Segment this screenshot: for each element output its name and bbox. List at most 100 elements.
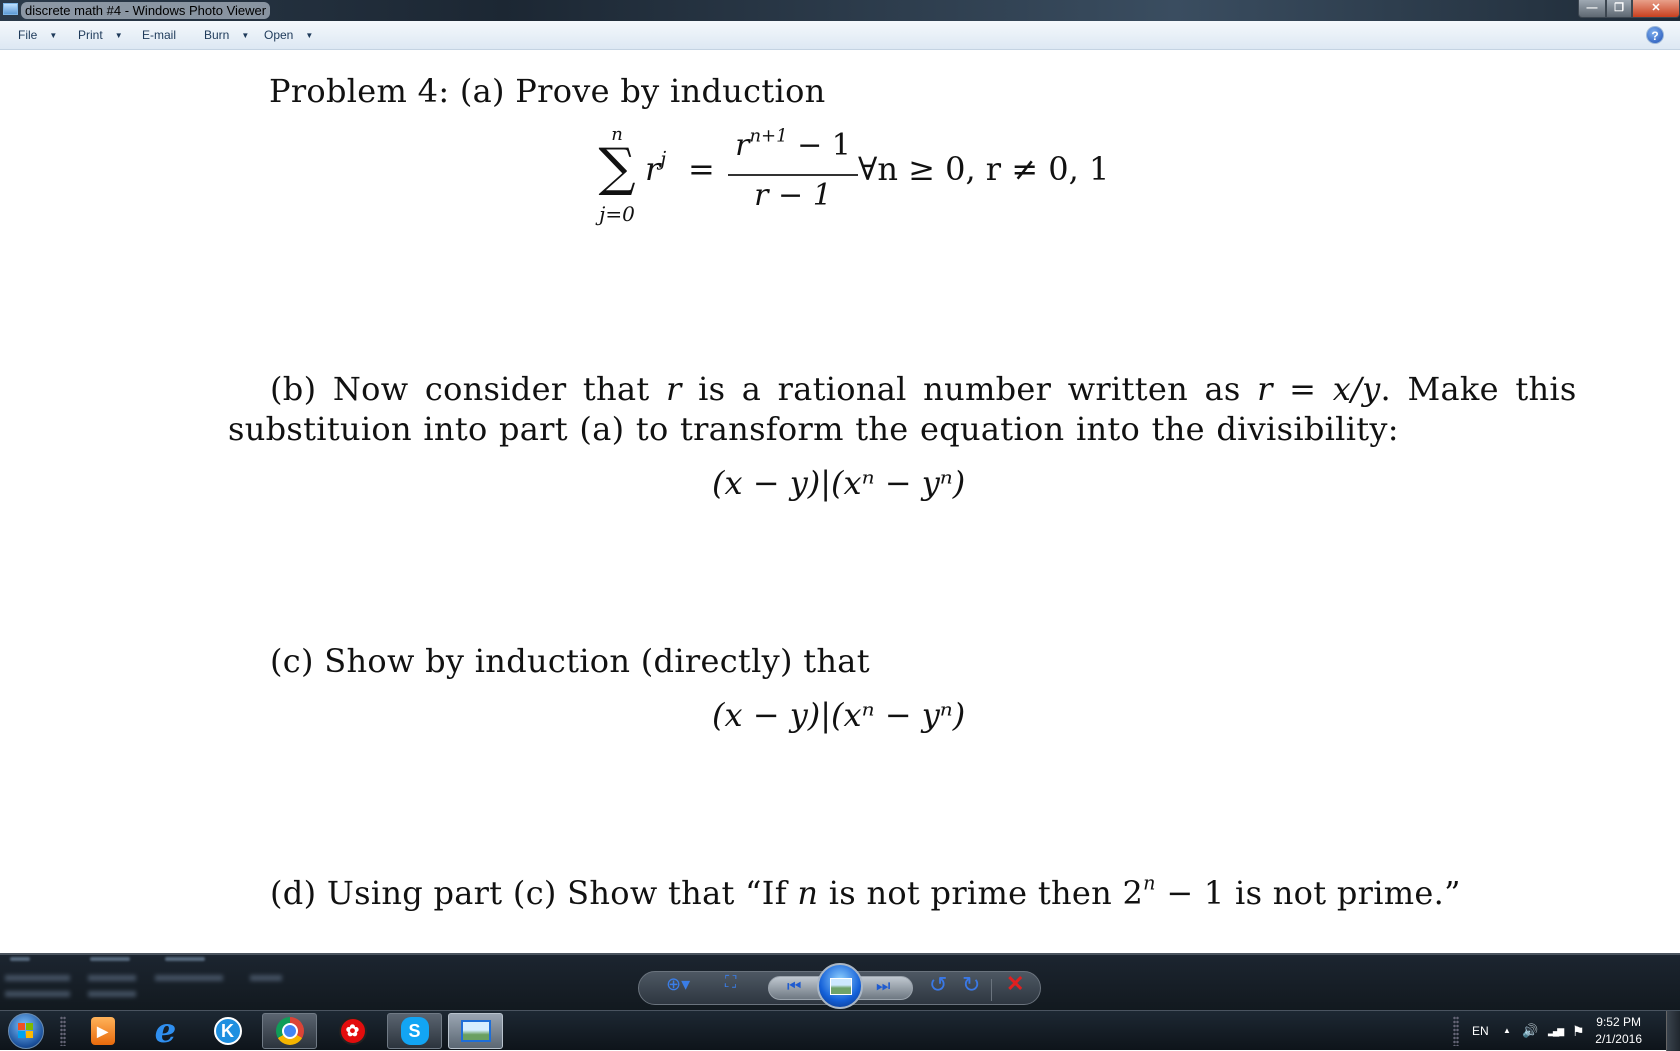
taskbar-red-app[interactable]: ✿ — [325, 1013, 380, 1049]
divisibility-formula-b: (x − y)|(xⁿ − yⁿ) — [712, 464, 966, 502]
action-center-flag-icon[interactable]: ⚑ — [1572, 1011, 1585, 1051]
title-bar: discrete math #4 - Windows Photo Viewer … — [0, 0, 1680, 21]
part-d-text-post: − 1 is not prime.” — [1155, 874, 1461, 912]
part-d-text-pre: (d) Using part (c) Show that “If — [270, 874, 798, 912]
part-b-line2: substituion into part (a) to transform t… — [228, 410, 1399, 448]
taskbar-media-player[interactable]: ▶ — [75, 1013, 130, 1049]
actual-size-icon[interactable]: ⛶ — [725, 974, 736, 992]
part-b-text: is a rational number written as — [681, 370, 1258, 408]
volume-icon[interactable]: 🔊 — [1522, 1011, 1538, 1051]
menu-burn[interactable]: Burn ▼ — [204, 28, 249, 42]
formula-condition: ∀n ≥ 0, r ≠ 0, 1 — [858, 150, 1110, 188]
fraction-numerator: rn+1 − 1 — [728, 125, 858, 163]
window-title: discrete math #4 - Windows Photo Viewer — [21, 2, 271, 19]
blurred-preview — [88, 991, 136, 997]
exponent-n: n — [1143, 871, 1156, 895]
blurred-preview — [5, 991, 70, 997]
taskbar-k-app[interactable]: K — [200, 1013, 255, 1049]
divisibility-formula-c: (x − y)|(xⁿ − yⁿ) — [712, 696, 966, 734]
blurred-preview — [90, 957, 130, 961]
previous-icon: ⏮ — [787, 978, 802, 995]
part-c-text: (c) Show by induction (directly) that — [270, 642, 870, 680]
part-b-text: . Make this — [1380, 370, 1577, 408]
menu-open-label: Open — [264, 28, 294, 42]
chevron-down-icon: ▼ — [305, 31, 314, 41]
divider — [991, 979, 992, 1001]
sum-lower-limit: j=0 — [599, 202, 635, 226]
r-equals-x-over-y: r = x/y — [1257, 370, 1381, 408]
network-signal-icon[interactable]: ▂▄▆ — [1548, 1011, 1564, 1051]
photo-viewer-icon — [460, 1020, 491, 1042]
fraction: rn+1 − 1 r − 1 — [728, 125, 858, 238]
taskbar: ▶ e K ✿ S EN ▲ 🔊 ▂▄▆ ⚑ 9:52 PM 2/1/2016 — [0, 1010, 1680, 1051]
numerator-exponent: n+1 — [749, 125, 788, 147]
chevron-down-icon: ▼ — [114, 31, 123, 41]
menu-open[interactable]: Open ▼ — [264, 28, 313, 42]
clock-date: 2/1/2016 — [1595, 1032, 1642, 1046]
summation: n ∑ j=0 — [592, 124, 642, 226]
internet-explorer-icon: e — [154, 1011, 177, 1051]
blurred-preview — [250, 975, 282, 981]
sigma-symbol: ∑ — [598, 138, 636, 198]
rotate-clockwise-icon[interactable]: ↻ — [962, 972, 980, 998]
numerator-base: r — [735, 128, 750, 163]
blurred-preview — [165, 957, 205, 961]
blurred-preview — [10, 957, 30, 961]
menu-print-label: Print — [78, 28, 103, 42]
chevron-down-icon: ▼ — [241, 31, 250, 41]
close-button[interactable]: ✕ — [1632, 0, 1680, 18]
menu-email-label: E-mail — [142, 28, 177, 42]
part-d-text-mid: is not prime then 2 — [818, 874, 1144, 912]
menu-bar: File ▼ Print ▼ E-mail Burn ▼ Open ▼ ? — [0, 21, 1680, 50]
help-icon[interactable]: ? — [1646, 26, 1664, 44]
menu-burn-label: Burn — [204, 28, 230, 42]
show-hidden-icons-icon[interactable]: ▲ — [1503, 1011, 1511, 1051]
taskbar-chrome[interactable] — [262, 1013, 317, 1049]
clock[interactable]: 9:52 PM 2/1/2016 — [1595, 1014, 1642, 1048]
menu-email[interactable]: E-mail — [142, 28, 176, 42]
var-r: r — [665, 370, 682, 408]
chrome-icon — [275, 1017, 304, 1045]
windows-logo-icon — [18, 1023, 34, 1039]
blurred-preview — [88, 975, 136, 981]
slideshow-button[interactable] — [817, 963, 863, 1009]
show-desktop-button[interactable] — [1666, 1011, 1680, 1051]
fraction-denominator: r − 1 — [754, 178, 832, 213]
photo-document: Problem 4: (a) Prove by induction n ∑ j=… — [0, 50, 1680, 953]
summand-base: r — [645, 150, 661, 188]
part-b-text: (b) Now consider that — [270, 370, 666, 408]
rotate-counterclockwise-icon[interactable]: ↺ — [929, 972, 947, 998]
menu-file-label: File — [18, 28, 38, 42]
fraction-bar — [728, 174, 858, 176]
blurred-preview — [155, 975, 223, 981]
delete-icon[interactable]: ✕ — [1006, 971, 1024, 997]
taskbar-internet-explorer[interactable]: e — [138, 1011, 193, 1051]
minimize-button[interactable]: — — [1578, 0, 1606, 18]
menu-file[interactable]: File ▼ — [18, 28, 57, 42]
equals-sign: = — [688, 150, 715, 188]
k-app-icon: K — [213, 1017, 242, 1045]
red-app-icon: ✿ — [338, 1017, 367, 1045]
part-d-text: (d) Using part (c) Show that “If n is no… — [270, 874, 1461, 912]
next-icon: ⏭ — [876, 978, 891, 995]
start-button[interactable] — [8, 1013, 44, 1049]
part-b-line1: (b) Now consider that r is a rational nu… — [270, 370, 1577, 408]
summand: rj — [645, 150, 666, 188]
summand-exponent: j — [660, 147, 667, 171]
maximize-button[interactable]: ❐ — [1606, 0, 1632, 18]
zoom-icon[interactable]: ⊕▾ — [666, 974, 690, 995]
menu-print[interactable]: Print ▼ — [78, 28, 123, 42]
taskbar-photo-viewer[interactable] — [448, 1013, 503, 1049]
slideshow-icon — [830, 978, 852, 995]
blurred-preview — [5, 975, 70, 981]
language-indicator[interactable]: EN — [1472, 1011, 1489, 1051]
viewer-control-bar: ⊕▾ ⛶ ⏮ ⏭ ↺ ↻ ✕ — [0, 953, 1680, 1010]
var-n: n — [797, 874, 819, 912]
taskbar-skype[interactable]: S — [387, 1013, 442, 1049]
photo-viewer-app-icon — [3, 3, 18, 15]
window-controls: — ❐ ✕ — [1578, 0, 1680, 18]
skype-icon: S — [400, 1017, 429, 1045]
taskbar-grip — [60, 1016, 66, 1046]
problem-heading: Problem 4: (a) Prove by induction — [269, 72, 826, 110]
chevron-down-icon: ▼ — [49, 31, 58, 41]
